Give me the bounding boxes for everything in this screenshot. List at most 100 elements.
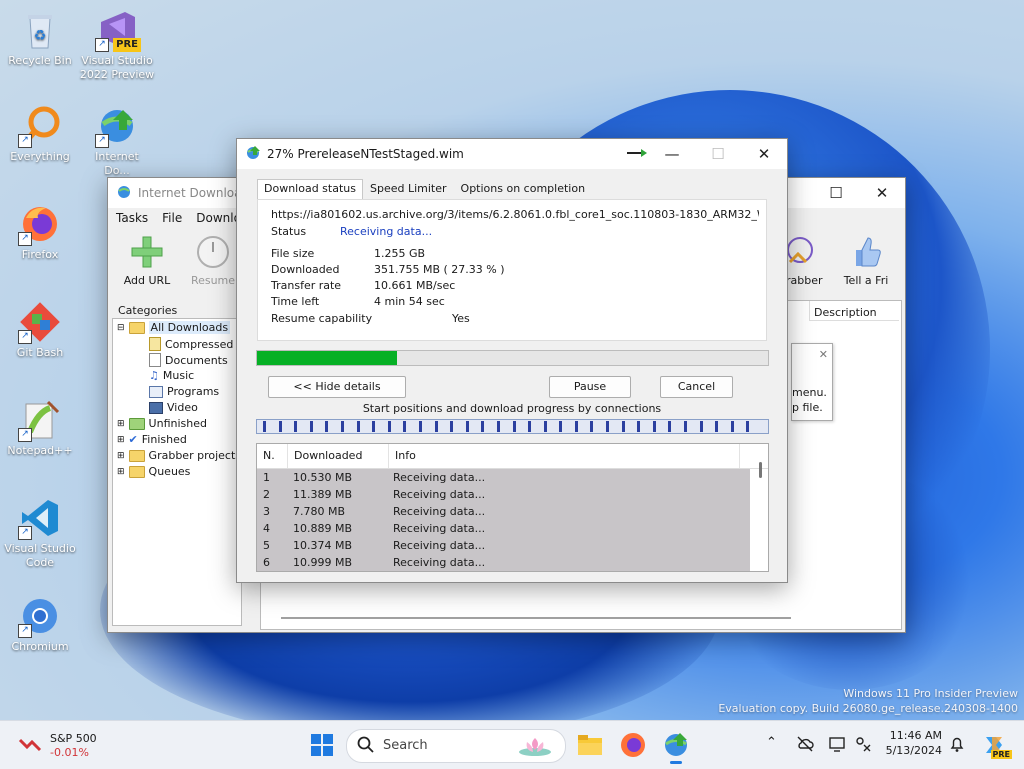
- status-value: Receiving data...: [340, 225, 433, 238]
- file-explorer-button[interactable]: [576, 731, 604, 759]
- film-icon: [149, 401, 163, 414]
- display-icon[interactable]: [828, 735, 846, 756]
- tab-options-on-completion[interactable]: Options on completion: [454, 179, 593, 199]
- cell-info: Receiving data...: [393, 556, 486, 569]
- close-button[interactable]: ✕: [859, 178, 905, 208]
- tree-item-programs[interactable]: Programs: [149, 385, 219, 398]
- close-button[interactable]: ✕: [741, 139, 787, 169]
- cell-info: Receiving data...: [393, 488, 486, 501]
- pause-button[interactable]: Pause: [549, 376, 631, 398]
- dialog-titlebar[interactable]: 27% PrereleaseNTestStaged.wim — ☐ ✕: [237, 139, 787, 169]
- tree-item-music[interactable]: ♫ Music: [149, 369, 194, 382]
- tree-item-video[interactable]: Video: [149, 401, 198, 414]
- taskbar-search-box[interactable]: Search: [346, 729, 566, 763]
- desktop-icon-visual-studio-code[interactable]: ↗ Visual Studio Code: [2, 496, 78, 570]
- idm-taskbar-button[interactable]: [662, 731, 690, 764]
- desktop-icon-everything[interactable]: ↗ Everything: [2, 104, 78, 164]
- cell-number: 3: [263, 505, 270, 518]
- clock[interactable]: 11:46 AM 5/13/2024: [884, 729, 942, 757]
- folder-icon: [578, 735, 602, 755]
- resume-button[interactable]: Resume: [182, 232, 244, 287]
- connection-segment-marker: [263, 421, 266, 432]
- cell-downloaded: 7.780 MB: [293, 505, 346, 518]
- desktop-icon-label: Visual Studio: [81, 54, 153, 67]
- categories-heading: Categories: [118, 304, 178, 317]
- magnifier-icon: ↗: [18, 104, 62, 148]
- table-row[interactable]: 6 10.999 MB Receiving data...: [257, 554, 750, 571]
- column-header-description[interactable]: Description: [809, 301, 899, 321]
- table-body: 1 10.530 MB Receiving data... 2 11.389 MB Rec…: [257, 469, 750, 571]
- start-button[interactable]: [308, 731, 336, 759]
- downloaded-value: 351.755 MB ( 27.33 % ): [374, 263, 505, 276]
- folder-icon: [128, 417, 145, 430]
- program-window-icon: [149, 385, 163, 398]
- table-row[interactable]: 4 10.889 MB Receiving data...: [257, 520, 750, 537]
- desktop-icon-recycle-bin[interactable]: ♻ Recycle Bin: [2, 8, 78, 68]
- desktop-icon-internet-download-manager[interactable]: ↗ Internet Do...: [79, 104, 155, 178]
- tree-item-compressed[interactable]: Compressed: [149, 337, 233, 351]
- file-size-value: 1.255 GB: [374, 247, 426, 260]
- connection-segment-marker: [621, 421, 625, 432]
- connection-segment-marker: [668, 421, 672, 432]
- table-row[interactable]: 1 10.530 MB Receiving data...: [257, 469, 750, 486]
- vertical-scrollbar-thumb[interactable]: [759, 462, 762, 478]
- download-progress-bar: [256, 350, 769, 366]
- windows-watermark-line1: Windows 11 Pro Insider Preview: [843, 687, 1018, 700]
- copilot-button[interactable]: PRE: [980, 731, 1012, 759]
- git-bash-icon: ↗: [18, 300, 62, 344]
- tree-item-unfinished[interactable]: ⊞ Unfinished: [117, 417, 207, 430]
- notification-bell-icon[interactable]: [948, 735, 966, 756]
- column-header-info[interactable]: Info: [389, 444, 740, 468]
- cell-number: 5: [263, 539, 270, 552]
- connections-table[interactable]: N. Downloaded Info 1 10.530 MB Receiving d…: [256, 443, 769, 572]
- shortcut-arrow-icon: ↗: [95, 38, 109, 52]
- column-header-downloaded[interactable]: Downloaded: [288, 444, 389, 468]
- desktop-icon-label: Recycle Bin: [8, 54, 72, 67]
- connection-segment-marker: [590, 421, 594, 432]
- tree-item-queues[interactable]: ⊞ Queues: [117, 465, 190, 478]
- connection-segment-marker: [543, 421, 547, 432]
- download-progress-dialog[interactable]: 27% PrereleaseNTestStaged.wim — ☐ ✕ Down…: [236, 138, 788, 583]
- tree-item-grabber-projects[interactable]: ⊞ Grabber projects: [117, 449, 241, 462]
- hide-details-button[interactable]: << Hide details: [268, 376, 406, 398]
- tell-a-friend-button[interactable]: Tell a Fri: [835, 232, 897, 287]
- cell-number: 6: [263, 556, 270, 569]
- desktop-icon-chromium[interactable]: ↗ Chromium: [2, 594, 78, 654]
- tab-download-status[interactable]: Download status: [257, 179, 363, 199]
- horizontal-scrollbar[interactable]: [281, 617, 791, 619]
- idm-globe-icon: ↗: [95, 104, 139, 148]
- lotus-highlight-icon: [515, 734, 555, 761]
- table-row[interactable]: 3 7.780 MB Receiving data...: [257, 503, 750, 520]
- minimize-button[interactable]: —: [649, 139, 695, 169]
- accessibility-icon[interactable]: [854, 735, 872, 756]
- progress-fill: [257, 351, 397, 365]
- tab-speed-limiter[interactable]: Speed Limiter: [363, 179, 454, 199]
- taskbar: S&P 500 -0.01% Search ⌃ 11:46 AM 5/13/20…: [0, 720, 1024, 769]
- cancel-button[interactable]: Cancel: [660, 376, 733, 398]
- tip-popup: ✕ menu. p file.: [791, 343, 833, 421]
- desktop-icon-visual-studio-preview[interactable]: PRE ↗ Visual Studio 2022 Preview: [79, 8, 155, 82]
- desktop-icon-label: Visual Studio: [4, 542, 76, 555]
- cloud-offline-icon[interactable]: [796, 735, 814, 756]
- close-icon[interactable]: ✕: [819, 348, 828, 361]
- tree-item-finished[interactable]: ⊞ ✔ Finished: [117, 433, 187, 446]
- menu-file[interactable]: File: [162, 211, 182, 225]
- firefox-taskbar-button[interactable]: [619, 731, 647, 759]
- preview-badge: PRE: [113, 38, 141, 52]
- cell-info: Receiving data...: [393, 505, 486, 518]
- dialog-tabs: Download status Speed Limiter Options on…: [257, 179, 592, 199]
- add-url-button[interactable]: Add URL: [116, 232, 178, 287]
- desktop-icon-label: 2022 Preview: [79, 68, 155, 81]
- desktop-icon-git-bash[interactable]: ↗ Git Bash: [2, 300, 78, 360]
- column-header-number[interactable]: N.: [257, 444, 288, 468]
- desktop-icon-notepad-plus-plus[interactable]: ↗ Notepad++: [2, 398, 78, 458]
- table-row[interactable]: 2 11.389 MB Receiving data...: [257, 486, 750, 503]
- tree-item-documents[interactable]: Documents: [149, 353, 228, 367]
- tree-item-all-downloads[interactable]: ⊟ All Downloads: [117, 321, 231, 334]
- table-row[interactable]: 5 10.374 MB Receiving data...: [257, 537, 750, 554]
- desktop-icon-firefox[interactable]: ↗ Firefox: [2, 202, 78, 262]
- menu-tasks[interactable]: Tasks: [116, 211, 148, 225]
- chevron-up-icon[interactable]: ⌃: [766, 735, 777, 750]
- maximize-button[interactable]: ☐: [813, 178, 859, 208]
- stock-change: -0.01%: [50, 746, 89, 759]
